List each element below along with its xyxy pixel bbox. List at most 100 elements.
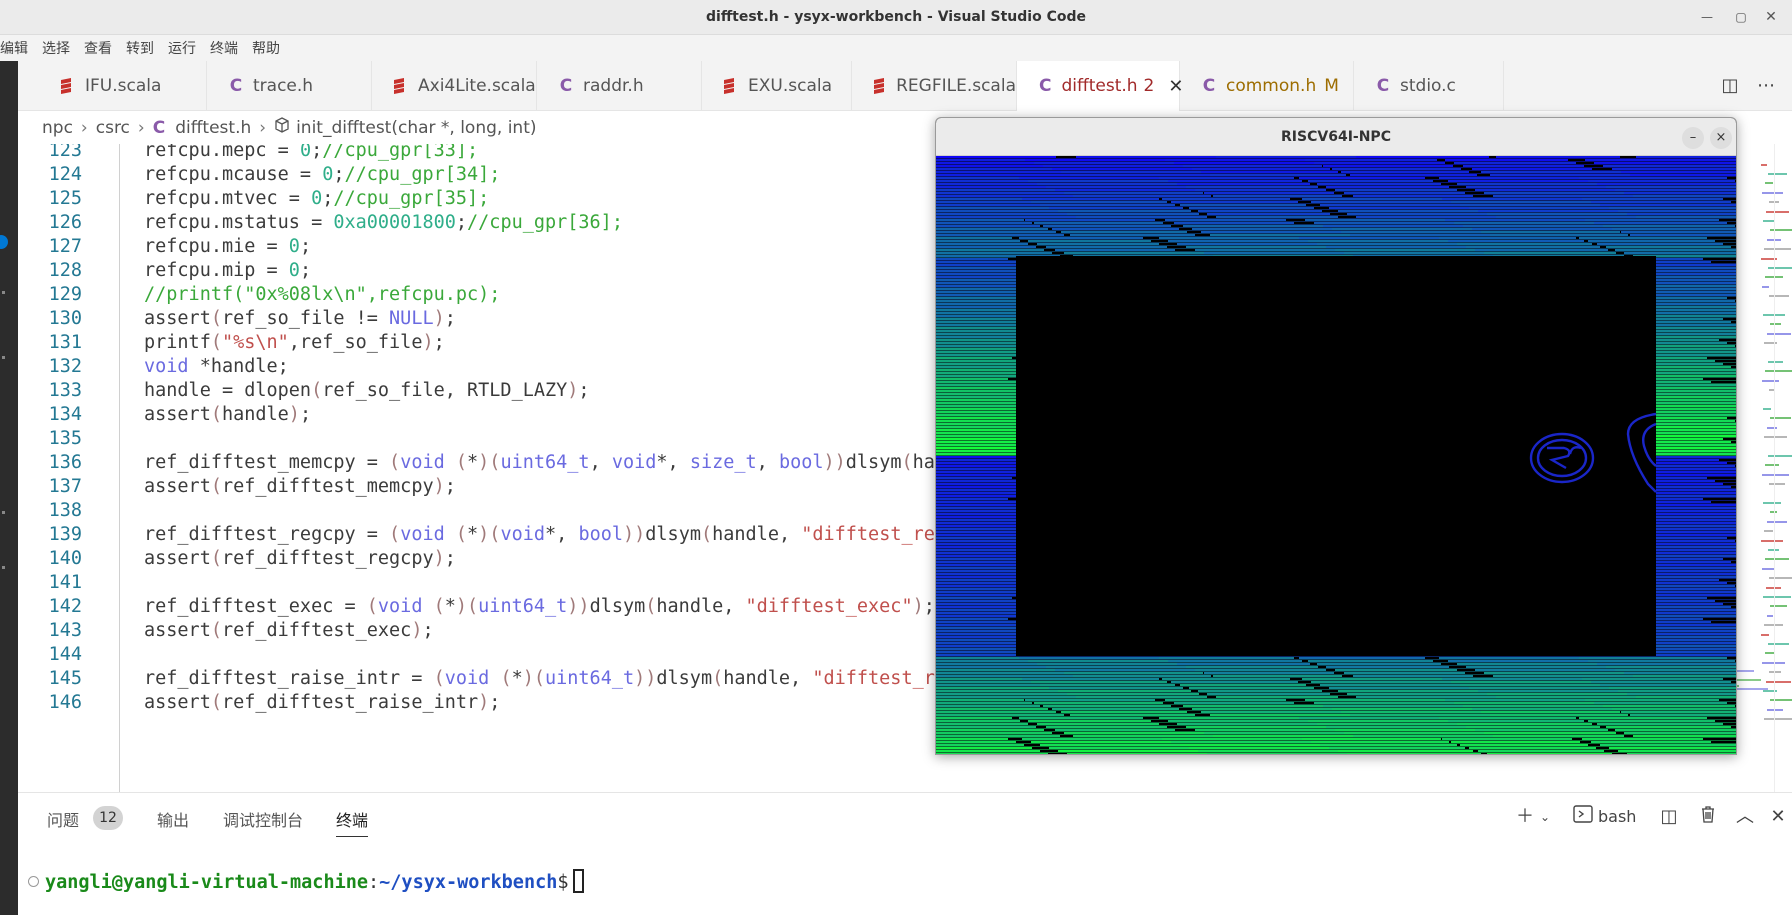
screen-stripe bbox=[1460, 204, 1608, 206]
breadcrumb-file[interactable]: difftest.h bbox=[175, 118, 251, 138]
screen-stripe bbox=[1195, 729, 1346, 731]
editor-tab-bar: IFU.scala C trace.h Axi4Lite.scala C rad… bbox=[18, 61, 1792, 111]
screen-stripe bbox=[936, 705, 1040, 707]
screen-stripe bbox=[936, 357, 1012, 359]
chevron-down-icon[interactable]: ⌄ bbox=[1538, 805, 1552, 829]
panel-tab-terminal[interactable]: 终端 bbox=[336, 807, 369, 837]
code-line: assert(handle); bbox=[144, 404, 312, 425]
screen-stripe bbox=[1609, 207, 1736, 209]
tab-trace-h[interactable]: C trace.h bbox=[207, 61, 372, 111]
screen-stripe bbox=[1058, 690, 1191, 692]
tab-regfile-scala[interactable]: REGFILE.scala bbox=[852, 61, 1017, 111]
screen-stripe bbox=[1308, 660, 1433, 662]
panel-tab-output[interactable]: 输出 bbox=[157, 807, 189, 831]
close-window-button[interactable]: ✕ bbox=[1756, 0, 1786, 35]
breadcrumb-folder-npc[interactable]: npc bbox=[42, 118, 73, 138]
tab-raddr-h[interactable]: C raddr.h bbox=[537, 61, 702, 111]
screen-stripe bbox=[1615, 729, 1736, 731]
terminal-output[interactable]: yangli@yangli-virtual-machine:~/ysyx-wor… bbox=[28, 869, 584, 893]
screen-stripe bbox=[936, 480, 1020, 482]
activity-dot bbox=[2, 291, 5, 294]
minimize-window-button[interactable]: — bbox=[1692, 0, 1722, 35]
screen-stripe-gap bbox=[936, 242, 1736, 243]
screen-stripe bbox=[936, 579, 1024, 581]
indent-guide bbox=[119, 144, 120, 792]
screen-stripe bbox=[1618, 750, 1736, 752]
tab-exu-scala[interactable]: EXU.scala bbox=[702, 61, 852, 111]
breadcrumb-folder-csrc[interactable]: csrc bbox=[96, 118, 130, 138]
screen-stripe bbox=[1636, 216, 1736, 218]
screen-stripe bbox=[1588, 180, 1735, 182]
panel-tab-problems[interactable]: 问题 bbox=[47, 807, 79, 831]
screen-stripe bbox=[1305, 699, 1457, 701]
tab-common-h[interactable]: C common.h M bbox=[1180, 61, 1354, 111]
new-terminal-icon[interactable]: ＋ bbox=[1515, 805, 1535, 829]
screen-stripe bbox=[1177, 183, 1310, 185]
screen-stripe bbox=[936, 318, 1028, 320]
screen-stripe bbox=[1350, 714, 1497, 716]
screen-stripe bbox=[1034, 222, 1163, 224]
more-actions-icon[interactable]: ⋯ bbox=[1755, 75, 1777, 97]
screen-stripe bbox=[1329, 207, 1485, 209]
breadcrumb-symbol[interactable]: init_difftest(char *, long, int) bbox=[296, 118, 536, 138]
problems-count-badge: 12 bbox=[93, 806, 123, 830]
screen-stripe bbox=[1579, 657, 1727, 659]
menu-run[interactable]: 运行 bbox=[154, 38, 202, 58]
tab-difftest-h[interactable]: C difftest.h 2 ✕ bbox=[1017, 61, 1183, 111]
screen-stripe bbox=[1311, 681, 1469, 683]
menu-terminal[interactable]: 终端 bbox=[196, 38, 244, 58]
screen-stripe bbox=[1341, 711, 1489, 713]
screen-stripe bbox=[1183, 705, 1342, 707]
line-number: 137 bbox=[48, 476, 82, 497]
editor-scrollbar[interactable] bbox=[1774, 144, 1792, 792]
terminal-cursor bbox=[572, 869, 584, 893]
screen-stripe bbox=[936, 717, 1012, 719]
trash-icon[interactable] bbox=[1698, 805, 1718, 829]
screen-stripe bbox=[1597, 723, 1723, 725]
screen-stripe bbox=[1591, 741, 1711, 743]
screen-stripe bbox=[1070, 234, 1195, 236]
screen-stripe bbox=[1439, 657, 1596, 659]
terminal-shell-label[interactable]: bash bbox=[1598, 805, 1636, 829]
tab-label: stdio.c bbox=[1400, 76, 1456, 96]
screen-stripe bbox=[936, 168, 1068, 170]
screen-stripe bbox=[1457, 663, 1612, 665]
npc-minimize-button[interactable]: – bbox=[1682, 127, 1704, 149]
screen-stripe bbox=[936, 672, 1072, 674]
screen-stripe-gap bbox=[936, 731, 1736, 732]
panel-tab-debug-console[interactable]: 调试控制台 bbox=[223, 807, 303, 831]
screen-stripe bbox=[936, 729, 1044, 731]
tab-ifu-scala[interactable]: IFU.scala bbox=[39, 61, 207, 111]
source-control-badge[interactable] bbox=[0, 235, 8, 249]
screen-stripe bbox=[1490, 174, 1648, 176]
npc-display-window[interactable]: RISCV64I-NPC – × bbox=[935, 117, 1737, 755]
c-icon: C bbox=[559, 76, 573, 96]
screen-stripe bbox=[1067, 693, 1199, 695]
screen-stripe bbox=[936, 708, 1048, 710]
screen-stripe bbox=[1332, 168, 1461, 170]
screen-stripe bbox=[1213, 735, 1362, 737]
screen-stripe bbox=[1454, 702, 1596, 704]
maximize-panel-icon[interactable]: ︿ bbox=[1735, 805, 1755, 829]
screen-stripe-gap bbox=[936, 749, 1736, 750]
npc-window-titlebar[interactable]: RISCV64I-NPC – × bbox=[936, 118, 1736, 156]
menu-go[interactable]: 转到 bbox=[112, 38, 160, 58]
npc-close-button[interactable]: × bbox=[1710, 127, 1732, 149]
code-line: refcpu.mstatus = 0xa00001800;//cpu_gpr[3… bbox=[144, 212, 623, 233]
split-editor-icon[interactable]: ◫ bbox=[1719, 75, 1741, 97]
split-terminal-icon[interactable]: ◫ bbox=[1659, 805, 1679, 829]
screen-stripe bbox=[1615, 669, 1736, 671]
maximize-window-button[interactable]: ▢ bbox=[1726, 0, 1756, 35]
screen-stripe-gap bbox=[936, 692, 1736, 693]
tab-axi4lite-scala[interactable]: Axi4Lite.scala bbox=[372, 61, 537, 111]
screen-stripe bbox=[1055, 189, 1195, 191]
screen-stripe bbox=[1025, 159, 1175, 161]
tab-stdio-c[interactable]: C stdio.c bbox=[1354, 61, 1504, 111]
screen-stripe bbox=[1040, 204, 1175, 206]
menu-selection[interactable]: 选择 bbox=[28, 38, 76, 58]
menu-help[interactable]: 帮助 bbox=[238, 38, 286, 58]
screen-stripe-gap bbox=[936, 680, 1736, 681]
menu-view[interactable]: 查看 bbox=[70, 38, 118, 58]
screen-stripe bbox=[1335, 249, 1477, 251]
close-panel-icon[interactable]: ✕ bbox=[1768, 805, 1788, 829]
